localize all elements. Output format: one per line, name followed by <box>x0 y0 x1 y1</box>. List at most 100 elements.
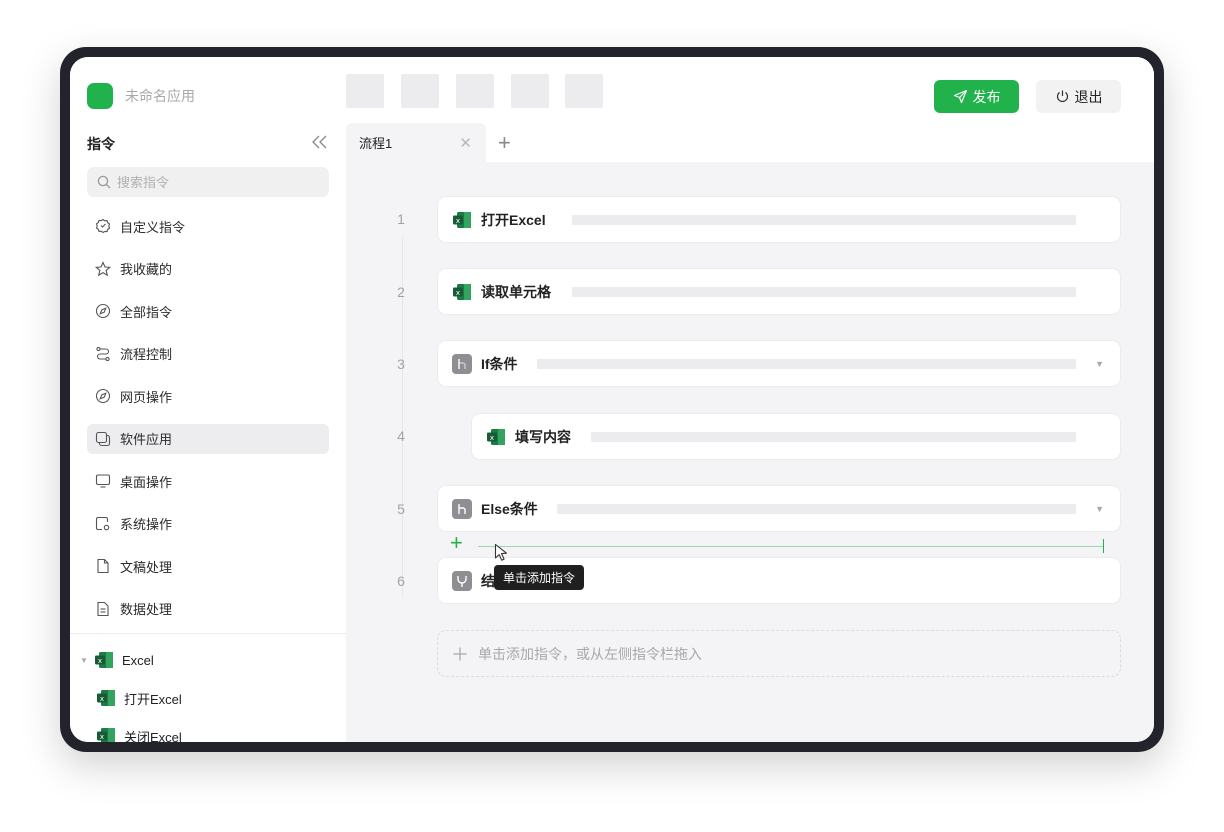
system-gear-icon <box>95 516 110 530</box>
sidebar-item-favorites[interactable]: 我收藏的 <box>87 254 329 284</box>
collapse-double-chevron-icon[interactable] <box>310 133 330 151</box>
star-icon <box>95 260 111 276</box>
expand-caret-icon[interactable]: ▼ <box>1095 504 1104 514</box>
sidebar-item-label: 数据处理 <box>120 602 173 617</box>
step-param-placeholder <box>557 504 1076 514</box>
sidebar-title: 指令 <box>87 136 115 152</box>
sidebar-item-all[interactable]: 全部指令 <box>87 296 329 326</box>
step-number: 1 <box>397 211 405 227</box>
command-category-list: 自定义指令 我收藏的 全部指令 流程控制 网页操作 软件应用 桌面操作 系统操作… <box>87 211 329 636</box>
sidebar-item-flow-control[interactable]: 流程控制 <box>87 339 329 369</box>
sidebar-item-label: 文稿处理 <box>120 559 173 575</box>
sidebar-item-label: 桌面操作 <box>120 474 173 490</box>
command-search[interactable] <box>87 167 329 197</box>
end-merge-icon <box>452 570 472 591</box>
excel-icon: x <box>95 652 113 668</box>
sidebar-item-label: 系统操作 <box>120 517 173 532</box>
sidebar-item-label: 我收藏的 <box>120 262 173 277</box>
send-icon <box>953 89 967 104</box>
step-label: Else条件 <box>481 500 538 517</box>
step-card-fill-content[interactable]: x 填写内容 <box>471 413 1121 460</box>
add-tab-icon[interactable]: + <box>498 130 511 156</box>
step-param-placeholder <box>572 287 1076 297</box>
excel-group-label: Excel <box>122 652 154 668</box>
search-input[interactable] <box>117 174 317 190</box>
tab-bar: 流程1 ✕ + <box>346 123 1154 162</box>
svg-text:x: x <box>98 657 102 665</box>
toolbar-placeholder[interactable] <box>456 74 494 108</box>
caret-down-icon[interactable]: ▼ <box>80 656 92 665</box>
device-frame: 未命名应用 指令 自定义指令 我收藏的 全部指令 <box>60 47 1164 752</box>
step-label: 读取单元格 <box>481 283 551 300</box>
sidebar-item-custom[interactable]: 自定义指令 <box>87 211 329 241</box>
sidebar-item-web[interactable]: 网页操作 <box>87 381 329 411</box>
app-name[interactable]: 未命名应用 <box>125 86 195 106</box>
step-param-placeholder <box>572 215 1076 225</box>
step-number: 4 <box>397 428 405 444</box>
toolbar-placeholder[interactable] <box>346 74 384 108</box>
toolbar-placeholder[interactable] <box>401 74 439 108</box>
step-card-read-cell[interactable]: x 读取单元格 <box>437 268 1121 315</box>
add-command-dropzone[interactable]: 单击添加指令，或从左侧指令栏拖入 <box>437 630 1121 677</box>
excel-command-label: 关闭Excel <box>124 729 182 743</box>
exit-button[interactable]: 退出 <box>1036 80 1121 113</box>
excel-icon: x <box>97 690 115 706</box>
svg-text:x: x <box>100 733 104 741</box>
insert-position-line <box>478 546 1104 547</box>
svg-text:x: x <box>490 433 494 441</box>
step-label: 打开Excel <box>481 211 546 228</box>
publish-button[interactable]: 发布 <box>934 80 1019 113</box>
data-file-icon <box>97 601 109 616</box>
app-header: 未命名应用 <box>87 83 195 109</box>
excel-command-label: 打开Excel <box>124 691 182 707</box>
step-number: 6 <box>397 573 405 589</box>
sidebar-item-document[interactable]: 文稿处理 <box>87 551 329 581</box>
step-number: 3 <box>397 356 405 372</box>
step-card-open-excel[interactable]: x 打开Excel <box>437 196 1121 243</box>
software-icon <box>95 431 111 446</box>
excel-command-open[interactable]: x 打开Excel <box>80 687 182 709</box>
step-card-if[interactable]: If条件 ▼ <box>437 340 1121 387</box>
excel-command-close[interactable]: x 关闭Excel <box>80 725 182 742</box>
excel-group-header[interactable]: ▼ x Excel <box>80 649 182 671</box>
step-label: If条件 <box>481 355 518 372</box>
step-card-else[interactable]: Else条件 ▼ <box>437 485 1121 532</box>
svg-text:x: x <box>456 288 460 296</box>
top-toolbar: 发布 退出 <box>346 57 1154 126</box>
excel-icon: x <box>453 283 471 300</box>
power-icon <box>1056 90 1068 103</box>
sidebar-item-label: 流程控制 <box>120 347 173 362</box>
sidebar-item-label: 全部指令 <box>120 304 173 320</box>
flow-editor: 发布 退出 流程1 ✕ + 1 x 打开Excel 2 x 读取单元格 3 If… <box>346 57 1154 742</box>
add-command-tooltip: 单击添加指令 <box>494 565 585 590</box>
if-branch-icon <box>452 353 472 374</box>
flow-control-icon <box>96 346 110 361</box>
monitor-icon <box>95 474 111 488</box>
tab-label: 流程1 <box>359 136 393 151</box>
else-branch-icon <box>452 498 472 519</box>
exit-label: 退出 <box>1074 88 1103 105</box>
toolbar-placeholder[interactable] <box>565 74 603 108</box>
sidebar-item-data[interactable]: 数据处理 <box>87 594 329 624</box>
step-number: 5 <box>397 501 405 517</box>
sidebar-item-label: 自定义指令 <box>120 219 186 235</box>
insert-plus-icon[interactable]: + <box>450 532 463 554</box>
sidebar-item-label: 网页操作 <box>120 389 173 405</box>
sidebar-item-software[interactable]: 软件应用 <box>87 423 329 454</box>
excel-icon: x <box>487 428 505 445</box>
search-icon <box>97 175 111 189</box>
excel-command-group: ▼ x Excel x 打开Excel x 关闭Excel <box>80 649 182 742</box>
step-param-placeholder <box>537 359 1076 369</box>
svg-text:x: x <box>100 695 104 703</box>
mouse-cursor-icon <box>494 543 508 561</box>
expand-caret-icon[interactable]: ▼ <box>1095 359 1104 369</box>
tab-flow-1[interactable]: 流程1 ✕ <box>346 123 486 162</box>
app-logo <box>87 83 113 109</box>
dropzone-text: 单击添加指令，或从左侧指令栏拖入 <box>478 645 702 662</box>
sidebar-item-system[interactable]: 系统操作 <box>87 509 329 539</box>
step-param-placeholder <box>591 432 1076 442</box>
sidebar-item-desktop[interactable]: 桌面操作 <box>87 466 329 496</box>
toolbar-placeholder[interactable] <box>511 74 549 108</box>
close-icon[interactable]: ✕ <box>459 134 472 152</box>
insert-line-end <box>1103 539 1104 553</box>
